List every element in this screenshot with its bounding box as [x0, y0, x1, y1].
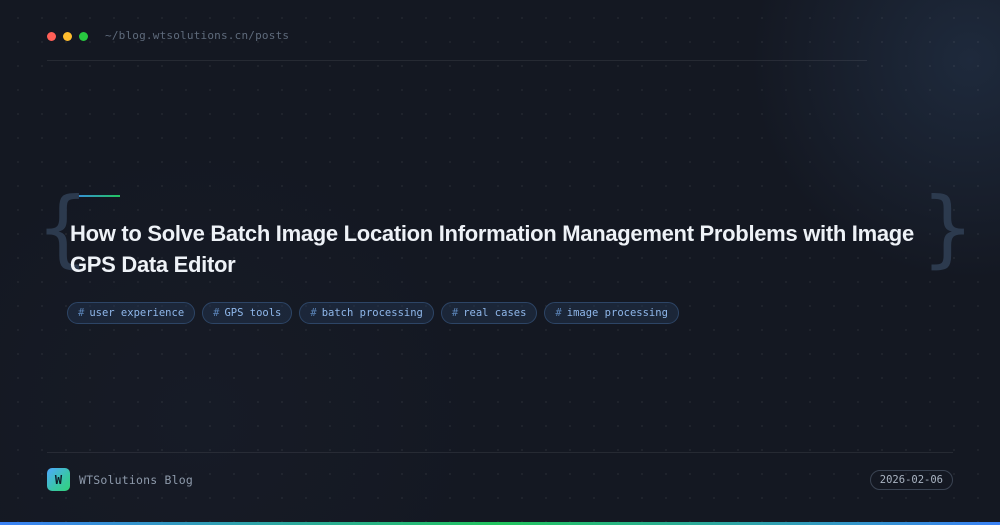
- maximize-window-dot[interactable]: [79, 32, 88, 41]
- blog-post-card: ~/blog.wtsolutions.cn/posts { } How to S…: [0, 0, 1000, 525]
- post-date-badge: 2026-02-06: [869, 470, 953, 490]
- close-window-dot[interactable]: [47, 32, 56, 41]
- brand[interactable]: W WTSolutions Blog: [47, 468, 193, 491]
- tag-real-cases[interactable]: # real cases: [440, 302, 538, 324]
- url-path: ~/blog.wtsolutions.cn/posts: [105, 29, 290, 42]
- tag-image-processing[interactable]: # image processing: [544, 302, 679, 324]
- hash-icon: #: [78, 307, 85, 319]
- minimize-window-dot[interactable]: [63, 32, 72, 41]
- tag-list: # user experience # GPS tools # batch pr…: [67, 302, 679, 324]
- window-controls: [47, 32, 88, 41]
- hash-icon: #: [213, 307, 220, 319]
- tag-label: real cases: [463, 307, 527, 319]
- tag-user-experience[interactable]: # user experience: [67, 302, 196, 324]
- footer-divider: [47, 452, 953, 453]
- tag-batch-processing[interactable]: # batch processing: [299, 302, 434, 324]
- window-titlebar: ~/blog.wtsolutions.cn/posts: [47, 28, 867, 61]
- tag-label: GPS tools: [224, 307, 282, 319]
- hash-icon: #: [310, 307, 317, 319]
- brand-logo-icon: W: [47, 468, 70, 491]
- hash-icon: #: [451, 307, 459, 319]
- tag-label: batch processing: [321, 307, 423, 319]
- tag-label: image processing: [566, 307, 668, 319]
- brand-name: WTSolutions Blog: [79, 472, 193, 487]
- tag-gps-tools[interactable]: # GPS tools: [202, 302, 293, 324]
- post-title: How to Solve Batch Image Location Inform…: [70, 221, 914, 277]
- hash-icon: #: [555, 307, 562, 319]
- tag-label: user experience: [89, 307, 185, 319]
